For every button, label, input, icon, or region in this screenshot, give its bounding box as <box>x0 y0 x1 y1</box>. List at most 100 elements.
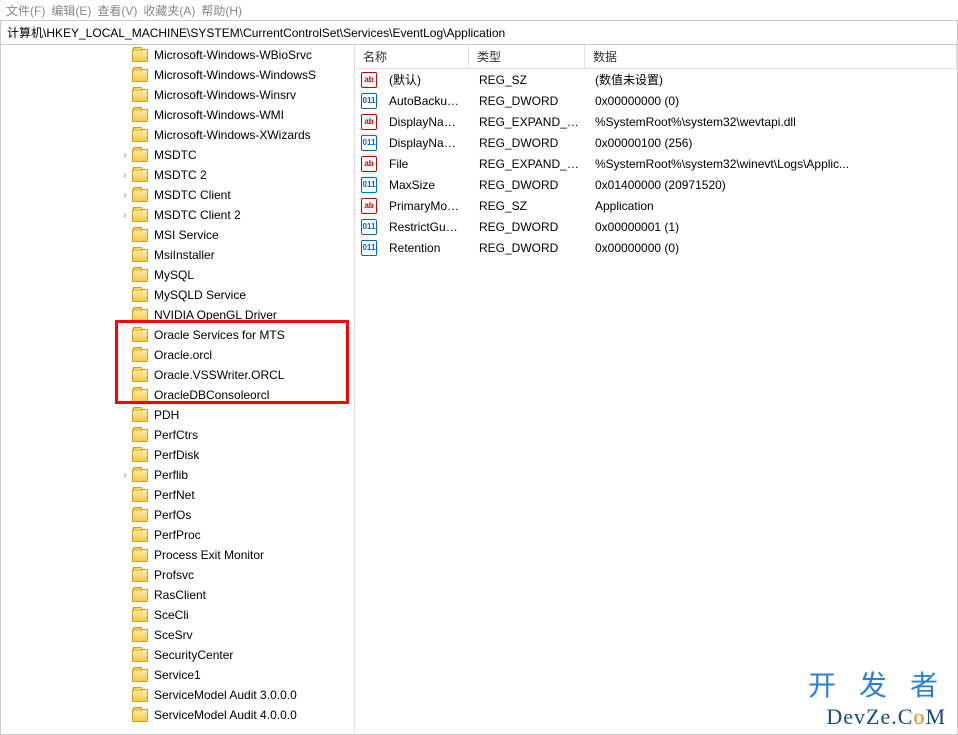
value-row[interactable]: ab(默认)REG_SZ(数值未设置) <box>355 69 957 90</box>
value-row[interactable]: 011AutoBackupLo...REG_DWORD0x00000000 (0… <box>355 90 957 111</box>
tree-item-label: MySQLD Service <box>154 288 246 302</box>
list-header: 名称 类型 数据 <box>355 45 957 69</box>
value-row[interactable]: 011MaxSizeREG_DWORD0x01400000 (20971520) <box>355 174 957 195</box>
tree-item[interactable]: Process Exit Monitor <box>1 545 354 565</box>
value-type: REG_SZ <box>471 197 587 215</box>
tree-item[interactable]: PerfOs <box>1 505 354 525</box>
menu-file[interactable]: 文件(F) <box>6 2 45 19</box>
value-row[interactable]: abPrimaryModuleREG_SZApplication <box>355 195 957 216</box>
tree-item-label: RasClient <box>154 588 206 602</box>
folder-icon <box>132 689 148 702</box>
value-data: 0x01400000 (20971520) <box>587 176 957 194</box>
tree-item[interactable]: Microsoft-Windows-WBioSrvc <box>1 45 354 65</box>
folder-icon <box>132 449 148 462</box>
expand-chevron-icon[interactable]: › <box>119 210 131 221</box>
folder-icon <box>132 509 148 522</box>
tree-item[interactable]: RasClient <box>1 585 354 605</box>
tree-item[interactable]: Microsoft-Windows-WMI <box>1 105 354 125</box>
tree-item-label: MySQL <box>154 268 194 282</box>
tree-item[interactable]: ServiceModel Audit 3.0.0.0 <box>1 685 354 705</box>
value-data: 0x00000000 (0) <box>587 239 957 257</box>
tree-item-label: Process Exit Monitor <box>154 548 264 562</box>
value-row[interactable]: 011RetentionREG_DWORD0x00000000 (0) <box>355 237 957 258</box>
binary-value-icon: 011 <box>361 135 377 151</box>
tree-item[interactable]: Oracle.orcl <box>1 345 354 365</box>
tree-item[interactable]: Oracle.VSSWriter.ORCL <box>1 365 354 385</box>
tree-item[interactable]: ›MSDTC Client <box>1 185 354 205</box>
tree-item[interactable]: › MSDTC <box>1 145 354 165</box>
column-header-type[interactable]: 类型 <box>469 45 585 69</box>
tree-item[interactable]: Service1 <box>1 665 354 685</box>
tree-item[interactable]: Microsoft-Windows-WindowsS <box>1 65 354 85</box>
value-type: REG_EXPAND_SZ <box>471 155 587 173</box>
folder-icon <box>132 289 148 302</box>
tree-item[interactable]: Microsoft-Windows-XWizards <box>1 125 354 145</box>
tree-item[interactable]: PerfCtrs <box>1 425 354 445</box>
tree-item-label: PDH <box>154 408 179 422</box>
tree-item[interactable]: Oracle Services for MTS <box>1 325 354 345</box>
value-type: REG_DWORD <box>471 92 587 110</box>
column-header-name[interactable]: 名称 <box>355 45 469 69</box>
binary-value-icon: 011 <box>361 219 377 235</box>
folder-icon <box>132 129 148 142</box>
tree-item[interactable]: MySQL <box>1 265 354 285</box>
tree-item-label: PerfProc <box>154 528 201 542</box>
tree-item-label: PerfNet <box>154 488 195 502</box>
tree-item[interactable]: PerfDisk <box>1 445 354 465</box>
value-row[interactable]: abDisplayNameFileREG_EXPAND_SZ%SystemRoo… <box>355 111 957 132</box>
tree-item[interactable]: OracleDBConsoleorcl <box>1 385 354 405</box>
tree-item-label: NVIDIA OpenGL Driver <box>154 308 277 322</box>
tree-item[interactable]: MSI Service <box>1 225 354 245</box>
tree-item[interactable]: PerfNet <box>1 485 354 505</box>
list-pane: 名称 类型 数据 ab(默认)REG_SZ(数值未设置)011AutoBacku… <box>355 45 957 734</box>
tree-item[interactable]: ›Perflib <box>1 465 354 485</box>
tree-item-label: Microsoft-Windows-WMI <box>154 108 284 122</box>
tree-item-label: MSDTC <box>154 148 197 162</box>
expand-chevron-icon[interactable]: › <box>119 190 131 201</box>
tree-item[interactable]: ›MSDTC 2 <box>1 165 354 185</box>
menu-edit[interactable]: 编辑(E) <box>51 2 91 19</box>
column-header-data[interactable]: 数据 <box>585 45 957 69</box>
tree-item[interactable]: ServiceModel Audit 4.0.0.0 <box>1 705 354 725</box>
value-row[interactable]: 011RestrictGuestA...REG_DWORD0x00000001 … <box>355 216 957 237</box>
menu-view[interactable]: 查看(V) <box>97 2 137 19</box>
value-row[interactable]: abFileREG_EXPAND_SZ%SystemRoot%\system32… <box>355 153 957 174</box>
menu-favorites[interactable]: 收藏夹(A) <box>143 2 195 19</box>
value-row[interactable]: 011DisplayNameIDREG_DWORD0x00000100 (256… <box>355 132 957 153</box>
value-type: REG_DWORD <box>471 218 587 236</box>
tree-item[interactable]: PDH <box>1 405 354 425</box>
tree-item[interactable]: SceSrv <box>1 625 354 645</box>
tree-item[interactable]: MySQLD Service <box>1 285 354 305</box>
tree-scroll[interactable]: Microsoft-Windows-WBioSrvcMicrosoft-Wind… <box>1 45 354 734</box>
tree-item[interactable]: SecurityCenter <box>1 645 354 665</box>
tree-item[interactable]: MsiInstaller <box>1 245 354 265</box>
folder-icon <box>132 89 148 102</box>
folder-icon <box>132 469 148 482</box>
tree-item[interactable]: PerfProc <box>1 525 354 545</box>
value-type: REG_SZ <box>471 71 587 89</box>
folder-icon <box>132 209 148 222</box>
tree-item[interactable]: SceCli <box>1 605 354 625</box>
value-type: REG_EXPAND_SZ <box>471 113 587 131</box>
value-name: Retention <box>381 239 471 257</box>
tree-item-label: ServiceModel Audit 4.0.0.0 <box>154 708 297 722</box>
tree-item[interactable]: ›MSDTC Client 2 <box>1 205 354 225</box>
folder-icon <box>132 189 148 202</box>
folder-icon <box>132 369 148 382</box>
value-name: AutoBackupLo... <box>381 92 471 110</box>
value-data: 0x00000100 (256) <box>587 134 957 152</box>
folder-icon <box>132 109 148 122</box>
tree-item[interactable]: NVIDIA OpenGL Driver <box>1 305 354 325</box>
tree-item-label: MSI Service <box>154 228 219 242</box>
expand-chevron-icon[interactable]: › <box>119 470 131 481</box>
address-bar[interactable]: 计算机\HKEY_LOCAL_MACHINE\SYSTEM\CurrentCon… <box>0 20 958 45</box>
expand-chevron-icon[interactable]: › <box>119 150 131 161</box>
tree-item-label: Oracle.VSSWriter.ORCL <box>154 368 284 382</box>
tree-item[interactable]: Microsoft-Windows-Winsrv <box>1 85 354 105</box>
tree-item[interactable]: Profsvc <box>1 565 354 585</box>
menu-help[interactable]: 帮助(H) <box>201 2 242 19</box>
expand-chevron-icon[interactable]: › <box>119 170 131 181</box>
tree-item-label: Microsoft-Windows-Winsrv <box>154 88 296 102</box>
folder-icon <box>132 69 148 82</box>
tree-pane: Microsoft-Windows-WBioSrvcMicrosoft-Wind… <box>1 45 355 734</box>
